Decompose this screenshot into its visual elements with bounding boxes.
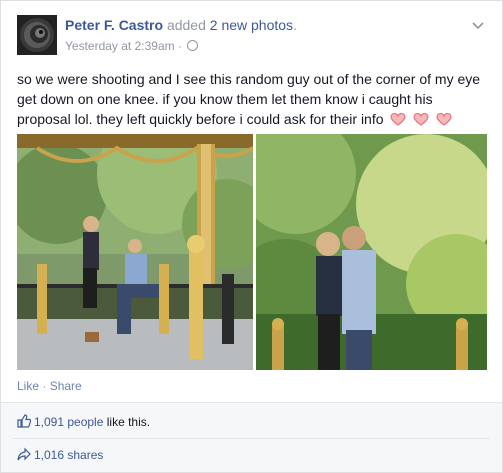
post-card: Peter F. Castro added 2 new photos. Yest… [0, 0, 503, 473]
likes-suffix: like this. [103, 415, 151, 429]
likes-count[interactable]: 1,091 people [34, 415, 103, 429]
action-prefix: added [166, 17, 206, 33]
photos-link[interactable]: 2 new photos [210, 17, 293, 33]
post-header: Peter F. Castro added 2 new photos. Yest… [17, 11, 488, 59]
timestamp[interactable]: Yesterday at 2:39am [65, 39, 175, 53]
photo-proposal[interactable] [17, 134, 253, 370]
actions-separator: · [39, 379, 50, 393]
heart-icon [436, 112, 452, 126]
heart-icon [413, 112, 429, 126]
meta-separator: · [177, 39, 182, 53]
globe-icon[interactable] [187, 40, 199, 51]
footer-divider [13, 438, 490, 439]
share-arrow-icon [17, 447, 31, 461]
chevron-down-icon[interactable] [470, 17, 486, 33]
like-link[interactable]: Like [17, 379, 39, 393]
action-suffix: . [293, 17, 297, 33]
message-text: so we were shooting and I see this rando… [17, 71, 481, 127]
likes-row: 1,091 people like this. [17, 412, 150, 432]
post-actions: Like · Share [17, 379, 82, 393]
thumbs-up-icon [17, 414, 31, 428]
post-title-line: Peter F. Castro added 2 new photos. [65, 17, 297, 33]
shares-row: 1,016 shares [17, 445, 103, 465]
post-message: so we were shooting and I see this rando… [17, 69, 487, 129]
shares-count[interactable]: 1,016 shares [34, 448, 103, 462]
photo-kiss[interactable] [256, 134, 487, 370]
author-name[interactable]: Peter F. Castro [65, 17, 163, 33]
post-meta: Yesterday at 2:39am · [65, 39, 199, 53]
heart-icon [390, 112, 406, 126]
post-footer: 1,091 people like this. 1,016 shares [1, 402, 502, 472]
share-link[interactable]: Share [50, 379, 82, 393]
avatar[interactable] [17, 15, 57, 55]
